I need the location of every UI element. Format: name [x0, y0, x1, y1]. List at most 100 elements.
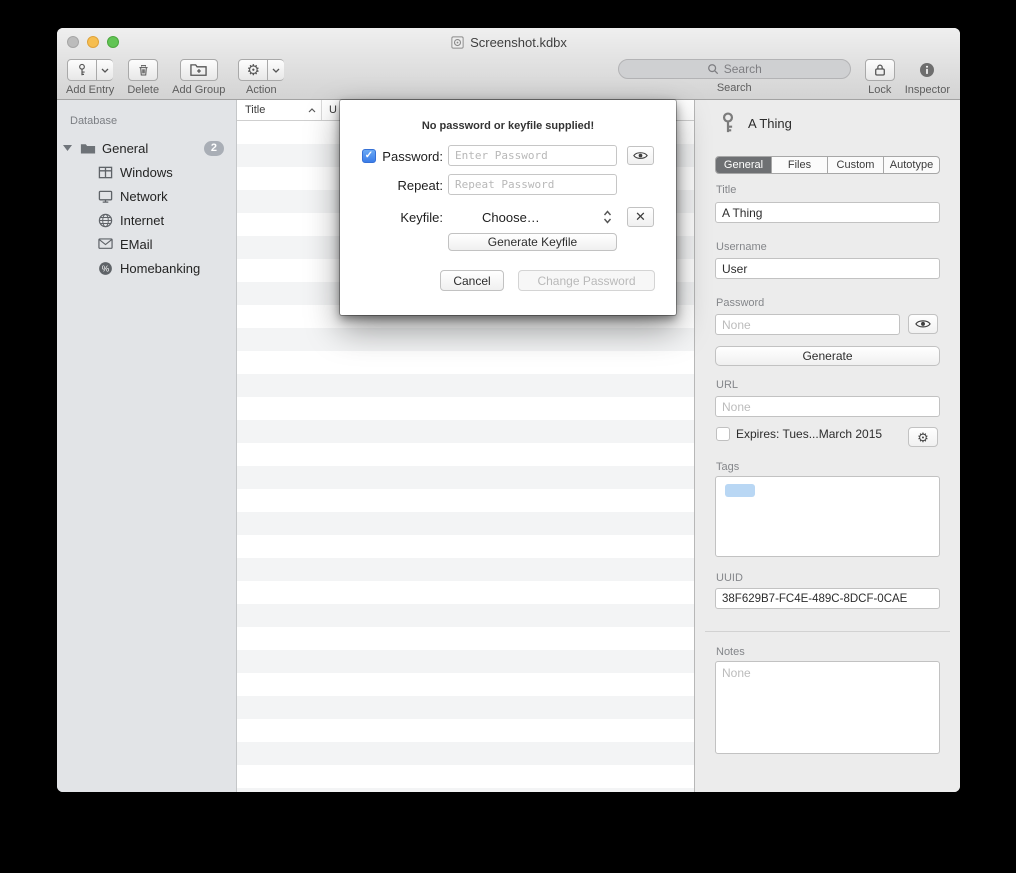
expires-row: Expires: Tues...March 2015 — [716, 427, 882, 441]
sidebar-item-label: Network — [120, 189, 168, 204]
search-icon — [707, 63, 719, 75]
close-icon: ✕ — [635, 209, 646, 225]
disclosure-triangle-icon[interactable] — [63, 145, 72, 151]
tab-general[interactable]: General — [716, 157, 772, 173]
change-password-dialog: No password or keyfile supplied! ✓ Passw… — [340, 100, 676, 315]
password-input[interactable] — [448, 145, 617, 166]
sort-ascending-icon — [308, 108, 316, 113]
sidebar-item-network[interactable]: Network — [57, 184, 236, 208]
popup-stepper-icon[interactable] — [603, 210, 612, 224]
sidebar-item-label: Internet — [120, 213, 164, 228]
tag-chip[interactable] — [725, 484, 755, 497]
tab-files[interactable]: Files — [772, 157, 828, 173]
clear-keyfile-button[interactable]: ✕ — [627, 207, 654, 227]
change-password-button[interactable]: Change Password — [518, 270, 655, 291]
chevron-down-icon — [272, 68, 280, 73]
sidebar-item-label: General — [102, 141, 148, 156]
password-field[interactable] — [715, 314, 900, 335]
add-group-button[interactable] — [180, 59, 218, 81]
sidebar-item-internet[interactable]: Internet — [57, 208, 236, 232]
generate-keyfile-button[interactable]: Generate Keyfile — [448, 233, 617, 251]
repeat-input[interactable] — [448, 174, 617, 195]
app-window: Screenshot.kdbx Add Ent — [57, 28, 960, 792]
entry-count-badge: 2 — [204, 141, 224, 156]
notes-divider — [705, 631, 950, 632]
uuid-field[interactable] — [715, 588, 940, 609]
folder-plus-icon — [190, 63, 207, 76]
windows-icon — [97, 165, 114, 180]
repeat-label: Repeat: — [340, 178, 443, 193]
column-username-label: U — [329, 104, 337, 116]
expires-settings-button[interactable]: ⚙ — [908, 427, 938, 447]
toolbar: Add Entry Delete — [57, 56, 960, 100]
search-label: Search — [717, 82, 752, 94]
password-field-label: Password — [716, 297, 764, 309]
envelope-icon — [97, 238, 114, 249]
search-placeholder: Search — [724, 62, 762, 76]
search-group: Search Search — [618, 59, 851, 94]
sidebar-item-windows[interactable]: Windows — [57, 160, 236, 184]
generate-label: Generate — [802, 349, 852, 363]
action-button[interactable]: ⚙ — [238, 59, 268, 81]
add-entry-button[interactable] — [67, 59, 97, 81]
dialog-message: No password or keyfile supplied! — [340, 120, 676, 132]
tags-field-label: Tags — [716, 461, 739, 473]
tab-autotype[interactable]: Autotype — [884, 157, 939, 173]
key-plus-icon — [75, 63, 89, 77]
reveal-password-button[interactable] — [908, 314, 938, 334]
inspector-tabs: General Files Custom Autotype — [715, 156, 940, 174]
inspector-header: A Thing — [717, 112, 792, 134]
gear-icon: ⚙ — [917, 431, 929, 444]
add-group-group: Add Group — [172, 59, 225, 96]
inspector-group: Inspector — [905, 59, 950, 96]
entry-title: A Thing — [748, 116, 792, 131]
inspector-panel: A Thing General Files Custom Autotype Ti… — [695, 100, 960, 792]
tab-label: Custom — [837, 159, 875, 171]
column-header-title[interactable]: Title — [237, 100, 322, 120]
reveal-password-button[interactable] — [627, 146, 654, 165]
action-group: ⚙ Action — [238, 59, 284, 96]
url-field[interactable] — [715, 396, 940, 417]
uuid-field-label: UUID — [716, 572, 743, 584]
info-icon — [919, 62, 935, 78]
keyfile-popup[interactable]: Choose… — [482, 210, 540, 225]
keyfile-label: Keyfile: — [340, 210, 443, 225]
password-row: ✓ Password: — [340, 145, 676, 167]
sidebar-item-email[interactable]: EMail — [57, 232, 236, 256]
sidebar-item-label: EMail — [120, 237, 153, 252]
notes-field[interactable] — [715, 661, 940, 754]
inspector-button[interactable] — [919, 62, 935, 78]
tab-custom[interactable]: Custom — [828, 157, 884, 173]
coin-percent-icon: % — [97, 261, 114, 276]
action-label: Action — [246, 84, 277, 96]
action-dropdown-button[interactable] — [268, 59, 284, 81]
sidebar: Database General 2 Windows Network — [57, 100, 237, 792]
gear-icon: ⚙ — [247, 63, 260, 78]
search-input[interactable]: Search — [618, 59, 851, 79]
cancel-button[interactable]: Cancel — [440, 270, 504, 291]
add-entry-dropdown-button[interactable] — [97, 59, 113, 81]
password-label: Password: — [340, 149, 443, 164]
repeat-row: Repeat: — [340, 174, 676, 196]
sidebar-item-label: Homebanking — [120, 261, 200, 276]
eye-icon — [633, 151, 648, 160]
delete-button[interactable] — [128, 59, 158, 81]
svg-text:%: % — [102, 263, 110, 273]
folder-icon — [79, 142, 96, 154]
title-field[interactable] — [715, 202, 940, 223]
notes-field-label: Notes — [716, 646, 745, 658]
generate-password-button[interactable]: Generate — [715, 346, 940, 366]
expires-checkbox[interactable] — [716, 427, 730, 441]
username-field[interactable] — [715, 258, 940, 279]
tags-field[interactable] — [715, 476, 940, 557]
inspector-label: Inspector — [905, 84, 950, 96]
lock-button[interactable] — [865, 59, 895, 81]
lock-icon — [874, 63, 886, 77]
tab-label: Autotype — [890, 159, 933, 171]
chevron-down-icon — [101, 68, 109, 73]
window-chrome: Screenshot.kdbx Add Ent — [57, 28, 960, 100]
title-field-label: Title — [716, 184, 736, 196]
titlebar[interactable]: Screenshot.kdbx — [57, 28, 960, 56]
sidebar-item-general[interactable]: General 2 — [57, 136, 236, 160]
sidebar-item-homebanking[interactable]: % Homebanking — [57, 256, 236, 280]
